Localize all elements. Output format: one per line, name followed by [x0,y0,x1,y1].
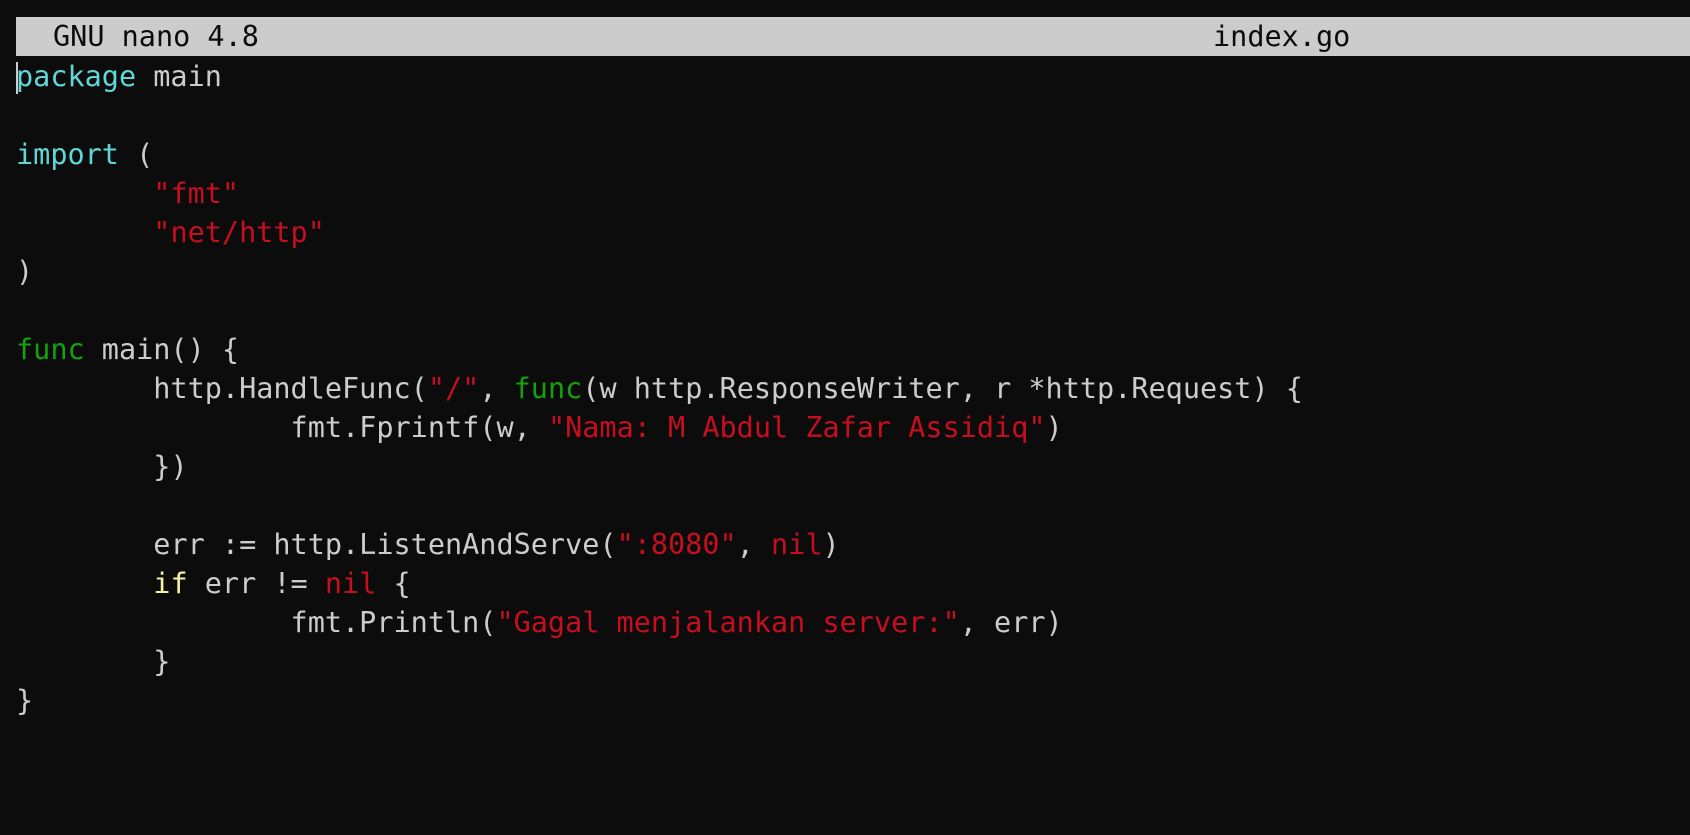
handler-close: }) [153,450,188,483]
fprintf-call: fmt.Fprintf(w, [290,411,548,444]
code-line-17: } [16,681,1690,720]
import-fmt: "fmt" [153,177,240,210]
file-name: index.go [1213,20,1351,53]
code-line-9: http.HandleFunc("/", func(w http.Respons… [16,369,1690,408]
println-call: fmt.Println( [290,606,497,639]
error-message-string: "Gagal menjalankan server:" [496,606,960,639]
text-cursor [16,62,18,94]
comma: , [479,372,514,405]
func-keyword: func [16,333,85,366]
name-string: "Nama: M Abdul Zafar Assidiq" [547,411,1046,444]
if-close-brace: } [153,645,171,678]
listen-call: err := http.ListenAndServe( [153,528,617,561]
code-line-5: "net/http" [16,213,1690,252]
func-keyword: func [513,372,583,405]
open-brace: { [376,567,411,600]
code-line-6: ) [16,252,1690,291]
code-line-14: if err != nil { [16,564,1690,603]
code-line-15: fmt.Println("Gagal menjalankan server:",… [16,603,1690,642]
editor-version: GNU nano 4.8 [53,20,259,53]
import-net-http: "net/http" [153,216,325,249]
code-line-10: fmt.Fprintf(w, "Nama: M Abdul Zafar Assi… [16,408,1690,447]
close-paren: ) [822,528,840,561]
comma: , [736,528,771,561]
code-line-4: "fmt" [16,174,1690,213]
code-line-3: import ( [16,135,1690,174]
nil-keyword: nil [324,567,377,600]
println-args: , err) [959,606,1063,639]
handlefunc-call: http.HandleFunc( [153,372,428,405]
port-string: ":8080" [616,528,737,561]
close-paren: ) [1045,411,1063,444]
code-editor[interactable]: package main import ( "fmt" "net/http" )… [16,57,1690,720]
code-line-13: err := http.ListenAndServe(":8080", nil) [16,525,1690,564]
nil-keyword: nil [771,528,823,561]
main-close-brace: } [16,684,34,717]
err-compare: err != [187,567,325,600]
import-keyword: import [16,138,119,171]
route-string: "/" [427,372,480,405]
import-close-paren: ) [16,255,34,288]
code-line-8: func main() { [16,330,1690,369]
package-keyword: package [16,60,137,93]
nano-title-bar: GNU nano 4.8 index.go [16,17,1690,56]
handler-signature: (w http.ResponseWriter, r *http.Request)… [582,372,1303,405]
import-open-paren: ( [118,138,154,171]
main-signature: main() { [84,333,240,366]
code-line-1: package main [16,57,1690,96]
code-line-11: }) [16,447,1690,486]
if-keyword: if [153,567,188,600]
package-name: main [136,60,222,93]
code-line-16: } [16,642,1690,681]
